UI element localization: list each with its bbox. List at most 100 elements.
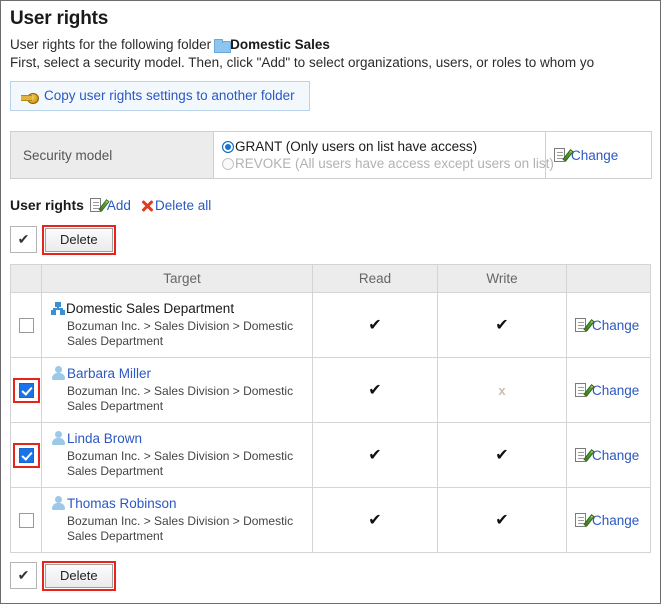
instruction-text: First, select a security model. Then, cl… (10, 55, 595, 70)
row-target-cell: Thomas Robinson Bozuman Inc. > Sales Div… (41, 487, 313, 553)
row-change-link[interactable]: Change (592, 448, 639, 463)
row-read-mark: ✔ (312, 292, 438, 358)
key-icon (21, 91, 39, 104)
row-checkbox-highlight (12, 377, 40, 403)
row-action-cell: Change (566, 422, 651, 488)
row-target-cell: Barbara Miller Bozuman Inc. > Sales Divi… (41, 357, 313, 423)
person-icon (51, 431, 65, 445)
row-checkbox-wrap (13, 508, 40, 533)
edit-icon (575, 317, 595, 333)
row-checkbox-cell (10, 292, 42, 358)
row-target-name-line: Linda Brown (51, 430, 304, 447)
column-header-target: Target (41, 264, 313, 293)
row-target-cell: Linda Brown Bozuman Inc. > Sales Divisio… (41, 422, 313, 488)
table-row: Thomas Robinson Bozuman Inc. > Sales Div… (10, 487, 651, 553)
row-change-link[interactable]: Change (592, 383, 639, 398)
copy-user-rights-settings-label[interactable]: Copy user rights settings to another fol… (44, 88, 295, 103)
edit-icon (554, 147, 574, 163)
table-header-row: Target Read Write (10, 264, 651, 293)
row-action-cell: Change (566, 487, 651, 553)
security-model-change-cell: Change (545, 131, 652, 179)
row-target-name[interactable]: Linda Brown (67, 431, 142, 446)
row-target-path: Bozuman Inc. > Sales Division > Domestic… (67, 384, 294, 413)
radio-grant[interactable] (222, 141, 234, 153)
delete-button-top[interactable]: Delete (45, 227, 113, 252)
edit-icon (575, 447, 595, 463)
delete-all-icon[interactable] (140, 199, 154, 213)
row-target-path: Bozuman Inc. > Sales Division > Domestic… (67, 514, 294, 543)
person-icon (51, 366, 65, 380)
table-row: Domestic Sales Department Bozuman Inc. >… (10, 292, 651, 358)
top-delete-bar: ✔ Delete (10, 224, 660, 255)
row-write-mark: ✔ (437, 292, 567, 358)
row-change-link[interactable]: Change (592, 513, 639, 528)
row-read-mark: ✔ (312, 357, 438, 423)
select-all-checkbox-top[interactable]: ✔ (10, 226, 37, 253)
folder-name: Domestic Sales (230, 37, 330, 52)
radio-revoke-label: REVOKE (All users have access except use… (235, 156, 554, 171)
row-checkbox[interactable] (18, 447, 34, 463)
select-all-checkbox-bottom[interactable]: ✔ (10, 562, 37, 589)
row-target-name-line: Thomas Robinson (51, 495, 304, 512)
security-model-option-revoke[interactable]: REVOKE (All users have access except use… (222, 155, 554, 172)
row-write-mark: ✔ (437, 487, 567, 553)
column-header-read: Read (312, 264, 438, 293)
row-write-mark: ✔ (437, 422, 567, 488)
row-target-cell: Domestic Sales Department Bozuman Inc. >… (41, 292, 313, 358)
row-target-name[interactable]: Barbara Miller (67, 366, 151, 381)
row-target-name: Domestic Sales Department (66, 301, 235, 316)
row-write-mark: x (437, 357, 567, 423)
row-checkbox-cell (10, 487, 42, 553)
table-row: Linda Brown Bozuman Inc. > Sales Divisio… (10, 422, 651, 488)
security-model-row: Security model GRANT (Only users on list… (10, 131, 652, 179)
edit-icon (575, 512, 595, 528)
delete-button-bottom[interactable]: Delete (45, 563, 113, 588)
column-header-checkbox (10, 264, 42, 293)
row-checkbox-cell (10, 357, 42, 423)
user-rights-table: Target Read Write Domestic Sales Departm… (10, 264, 651, 553)
add-icon[interactable] (89, 198, 110, 213)
security-model-option-grant[interactable]: GRANT (Only users on list have access) (222, 138, 545, 155)
row-target-name-line: Domestic Sales Department (51, 300, 304, 317)
row-checkbox-highlight (12, 442, 40, 468)
row-checkbox[interactable] (18, 512, 34, 528)
bottom-delete-bar: ✔ Delete (10, 560, 660, 591)
folder-description: User rights for the following folder Dome… (10, 36, 660, 53)
security-model-label: Security model (10, 131, 214, 179)
copy-user-rights-settings-button[interactable]: Copy user rights settings to another fol… (10, 81, 310, 111)
row-checkbox[interactable] (18, 317, 34, 333)
radio-revoke[interactable] (222, 158, 234, 170)
add-link[interactable]: Add (107, 198, 131, 213)
bottom-delete-button-highlight: Delete (42, 560, 116, 591)
column-header-action (566, 264, 651, 293)
row-read-mark: ✔ (312, 422, 438, 488)
table-row: Barbara Miller Bozuman Inc. > Sales Divi… (10, 357, 651, 423)
row-read-mark: ✔ (312, 487, 438, 553)
folder-icon (214, 39, 232, 53)
user-rights-section-title: User rights (10, 197, 84, 213)
security-model-options: GRANT (Only users on list have access) R… (213, 131, 554, 179)
org-chart-icon (51, 302, 65, 315)
row-target-name[interactable]: Thomas Robinson (67, 496, 177, 511)
row-target-path: Bozuman Inc. > Sales Division > Domestic… (67, 319, 294, 348)
folder-description-prefix: User rights for the following folder (10, 37, 212, 52)
row-target-name-line: Barbara Miller (51, 365, 304, 382)
radio-grant-label: GRANT (Only users on list have access) (235, 139, 478, 154)
user-rights-section-header: User rights Add Delete all (10, 196, 660, 215)
person-icon (51, 496, 65, 510)
security-model-change-link[interactable]: Change (571, 148, 618, 163)
row-change-link[interactable]: Change (592, 318, 639, 333)
row-checkbox-wrap (13, 313, 40, 338)
user-rights-page: User rights User rights for the followin… (0, 0, 661, 604)
page-title: User rights (10, 8, 109, 29)
row-checkbox-cell (10, 422, 42, 488)
column-header-write: Write (437, 264, 567, 293)
user-rights-table-body: Domestic Sales Department Bozuman Inc. >… (10, 292, 651, 553)
row-action-cell: Change (566, 292, 651, 358)
security-model-table: Security model GRANT (Only users on list… (10, 131, 652, 179)
delete-all-link[interactable]: Delete all (155, 198, 211, 213)
row-checkbox[interactable] (18, 382, 34, 398)
row-action-cell: Change (566, 357, 651, 423)
top-delete-button-highlight: Delete (42, 224, 116, 255)
user-rights-table-head: Target Read Write (10, 264, 651, 293)
